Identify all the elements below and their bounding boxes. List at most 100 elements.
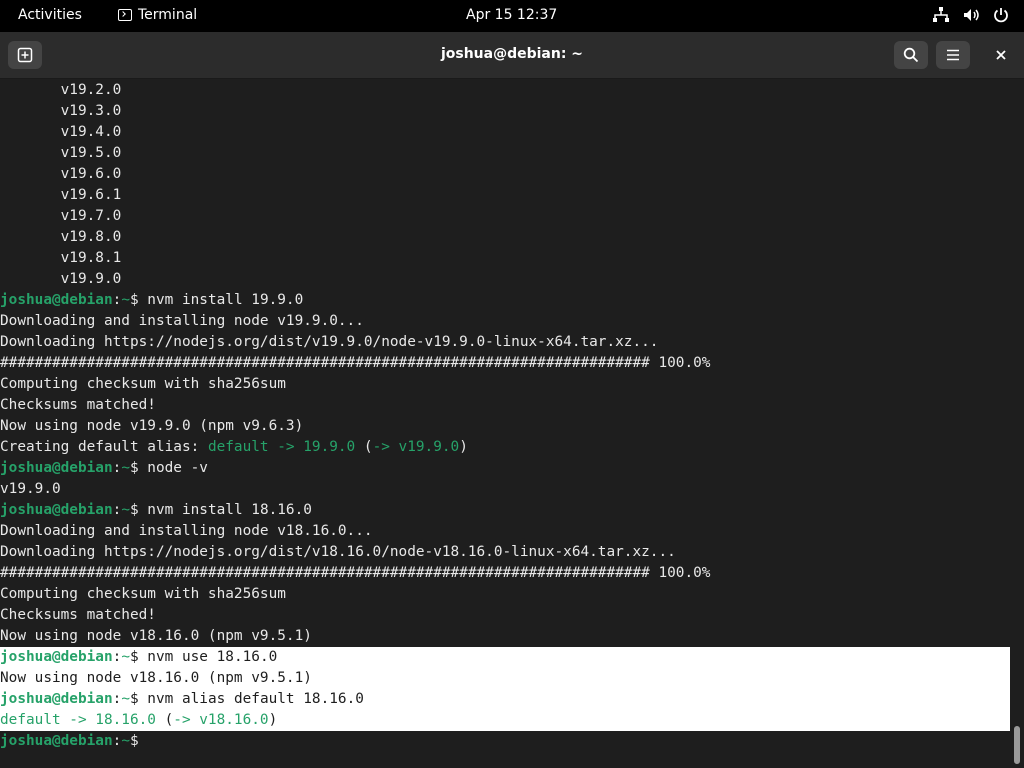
terminal-text: v19.7.0 xyxy=(0,208,122,224)
terminal-text: Computing checksum with sha256sum xyxy=(0,376,286,392)
terminal-line: Creating default alias: default -> 19.9.… xyxy=(0,437,1010,458)
terminal-line-selected: default -> 18.16.0 (-> v18.16.0) xyxy=(0,710,1010,731)
terminal-line: Downloading and installing node v18.16.0… xyxy=(0,521,1010,542)
terminal-text: Downloading https://nodejs.org/dist/v18.… xyxy=(0,544,676,560)
app-menu-button[interactable]: Terminal xyxy=(118,7,197,23)
terminal-line: Checksums matched! xyxy=(0,605,1010,626)
terminal-line: Computing checksum with sha256sum xyxy=(0,374,1010,395)
prompt-user: joshua@debian xyxy=(0,649,113,665)
prompt-user: joshua@debian xyxy=(0,292,113,308)
terminal-text: v19.6.0 xyxy=(0,166,122,182)
terminal-text: Now using node v18.16.0 (npm v9.5.1) xyxy=(0,670,312,686)
terminal-text: ~ xyxy=(121,733,130,749)
terminal-text: Downloading https://nodejs.org/dist/v19.… xyxy=(0,334,659,350)
terminal-text: Now using node v19.9.0 (npm v9.6.3) xyxy=(0,418,304,434)
scrollbar[interactable] xyxy=(1014,726,1020,764)
terminal-text: Computing checksum with sha256sum xyxy=(0,586,286,602)
close-button[interactable] xyxy=(984,41,1018,69)
terminal-line: joshua@debian:~$ nvm install 18.16.0 xyxy=(0,500,1010,521)
terminal-text: $ nvm alias default 18.16.0 xyxy=(129,691,364,707)
terminal-line: Computing checksum with sha256sum xyxy=(0,584,1010,605)
terminal-text: Downloading and installing node v18.16.0… xyxy=(0,523,373,539)
terminal-line: Now using node v19.9.0 (npm v9.6.3) xyxy=(0,416,1010,437)
terminal-line: v19.3.0 xyxy=(0,101,1010,122)
top-bar: Activities Terminal Apr 15 12:37 xyxy=(0,0,1024,32)
search-button[interactable] xyxy=(894,41,928,69)
terminal-text: v19.6.1 xyxy=(0,187,122,203)
terminal-text: ~ xyxy=(121,649,130,665)
terminal-text: v19.3.0 xyxy=(0,103,122,119)
terminal-line: joshua@debian:~$ nvm install 19.9.0 xyxy=(0,290,1010,311)
terminal-text: v19.2.0 xyxy=(0,82,122,98)
terminal-text: -> v18.16.0 xyxy=(173,712,269,728)
terminal-text: Creating default alias: xyxy=(0,439,208,455)
terminal-text: $ node -v xyxy=(129,460,208,476)
terminal-line: Checksums matched! xyxy=(0,395,1010,416)
terminal-line: ########################################… xyxy=(0,563,1010,584)
terminal-line: v19.7.0 xyxy=(0,206,1010,227)
menu-button[interactable] xyxy=(936,41,970,69)
terminal-line-selected: Now using node v18.16.0 (npm v9.5.1) xyxy=(0,668,1010,689)
terminal-line: v19.5.0 xyxy=(0,143,1010,164)
terminal-line: v19.4.0 xyxy=(0,122,1010,143)
terminal-line-selected: joshua@debian:~$ nvm alias default 18.16… xyxy=(0,689,1010,710)
terminal-text: : xyxy=(112,691,122,707)
terminal-text: v19.8.1 xyxy=(0,250,122,266)
terminal-text: $ nvm use 18.16.0 xyxy=(129,649,278,665)
terminal-text: default -> 19.9.0 xyxy=(207,439,356,455)
terminal-text: v19.8.0 xyxy=(0,229,122,245)
hamburger-icon xyxy=(947,49,959,61)
terminal-line: v19.6.0 xyxy=(0,164,1010,185)
terminal-text: v19.9.0 xyxy=(0,481,61,497)
terminal-text: : xyxy=(112,292,122,308)
close-icon xyxy=(996,50,1006,60)
terminal-icon xyxy=(118,9,132,21)
terminal-line: ########################################… xyxy=(0,353,1010,374)
terminal-text: $ nvm install 18.16.0 xyxy=(129,502,312,518)
terminal-text: ( xyxy=(155,712,174,728)
terminal-line: Downloading and installing node v19.9.0.… xyxy=(0,311,1010,332)
terminal-output[interactable]: v19.2.0 v19.3.0 v19.4.0 v19.5.0 v19.6.0 … xyxy=(0,80,1010,768)
system-tray[interactable] xyxy=(932,6,1010,24)
terminal-text: ( xyxy=(355,439,373,455)
terminal-text: v19.9.0 xyxy=(0,271,122,287)
terminal-text: : xyxy=(112,460,122,476)
terminal-line: v19.8.0 xyxy=(0,227,1010,248)
activities-button[interactable]: Activities xyxy=(18,7,82,23)
terminal-text: Now using node v18.16.0 (npm v9.5.1) xyxy=(0,628,312,644)
terminal-text: Checksums matched! xyxy=(0,397,156,413)
window-title: joshua@debian: ~ xyxy=(440,46,584,62)
terminal-headerbar: joshua@debian: ~ xyxy=(0,32,1024,79)
new-tab-button[interactable] xyxy=(8,41,42,69)
terminal-line: v19.8.1 xyxy=(0,248,1010,269)
terminal-line: v19.9.0 xyxy=(0,269,1010,290)
new-tab-icon xyxy=(17,47,33,63)
terminal-line: Downloading https://nodejs.org/dist/v19.… xyxy=(0,332,1010,353)
search-icon xyxy=(903,47,919,63)
terminal-text: v19.5.0 xyxy=(0,145,122,161)
terminal-text: : xyxy=(112,733,122,749)
terminal-text: ~ xyxy=(121,292,130,308)
terminal-line: joshua@debian:~$ xyxy=(0,731,1010,752)
terminal-text: : xyxy=(112,502,122,518)
terminal-text: Checksums matched! xyxy=(0,607,156,623)
terminal-text: ########################################… xyxy=(0,355,711,371)
terminal-text: ~ xyxy=(121,502,130,518)
prompt-user: joshua@debian xyxy=(0,502,113,518)
prompt-user: joshua@debian xyxy=(0,733,113,749)
app-name: Terminal xyxy=(138,7,198,23)
terminal-text: -> v19.9.0 xyxy=(372,439,460,455)
prompt-user: joshua@debian xyxy=(0,691,113,707)
terminal-line: Now using node v18.16.0 (npm v9.5.1) xyxy=(0,626,1010,647)
terminal-text: ) xyxy=(459,439,468,455)
terminal-text: ~ xyxy=(121,460,130,476)
terminal-text: : xyxy=(112,649,122,665)
clock[interactable]: Apr 15 12:37 xyxy=(466,7,557,23)
terminal-text: default -> 18.16.0 xyxy=(0,712,156,728)
terminal-line: Downloading https://nodejs.org/dist/v18.… xyxy=(0,542,1010,563)
terminal-text: $ xyxy=(129,733,148,749)
terminal-line: v19.9.0 xyxy=(0,479,1010,500)
terminal-line-selected: joshua@debian:~$ nvm use 18.16.0 xyxy=(0,647,1010,668)
terminal-text: ########################################… xyxy=(0,565,711,581)
terminal-text: Downloading and installing node v19.9.0.… xyxy=(0,313,364,329)
